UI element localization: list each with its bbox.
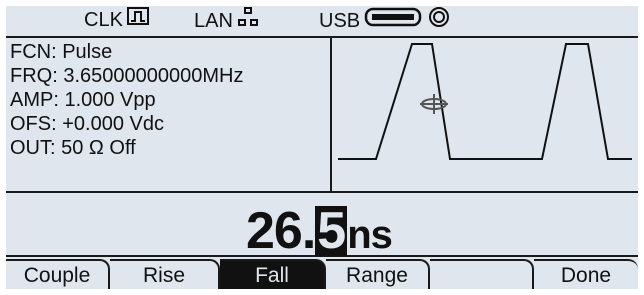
softkey-bar: Couple Rise Fall Range Done [6, 259, 638, 289]
function-row: FCN: Pulse [10, 41, 113, 63]
output-row: OUT: 50 Ω Off [10, 137, 136, 159]
clock-source-icon [126, 6, 149, 34]
clk-status: CLK [84, 6, 149, 34]
parameter-panel: FCN: Pulse FRQ: 3.65000000000MHz AMP: 1.… [6, 36, 332, 193]
usb-drive-icon [364, 6, 424, 36]
value-digits: 26. [246, 202, 316, 260]
usb-label: USB [319, 10, 361, 32]
clk-label: CLK [84, 9, 123, 31]
cursor-marker-icon [420, 94, 448, 114]
media-icon [428, 6, 450, 36]
offset-row: OFS: +0.000 Vdc [10, 113, 164, 135]
done-softkey[interactable]: Done [534, 259, 638, 289]
pulse-waveform-icon [338, 43, 632, 160]
value-editor[interactable]: 26. 5 ns [6, 193, 638, 260]
status-bar: CLK LAN USB [6, 6, 638, 34]
rise-softkey[interactable]: Rise [110, 259, 220, 289]
lan-label: LAN [194, 10, 233, 32]
network-icon [237, 6, 259, 36]
amplitude-row: AMP: 1.000 Vpp [10, 89, 156, 111]
lan-status: LAN [194, 6, 259, 36]
usb-status: USB [319, 6, 450, 36]
selected-digit[interactable]: 5 [315, 205, 348, 257]
waveform-preview [330, 36, 638, 193]
fall-time-value[interactable]: 26. 5 ns [246, 201, 393, 260]
couple-softkey[interactable]: Couple [6, 259, 110, 289]
blank-softkey[interactable] [430, 259, 534, 289]
lcd-screen: CLK LAN USB FCN: Pulse FRQ: 3.6500000000… [6, 6, 638, 289]
fall-softkey[interactable]: Fall [220, 259, 326, 289]
frequency-row: FRQ: 3.65000000000MHz [10, 65, 244, 87]
value-unit: ns [347, 213, 393, 257]
range-softkey[interactable]: Range [326, 259, 430, 289]
